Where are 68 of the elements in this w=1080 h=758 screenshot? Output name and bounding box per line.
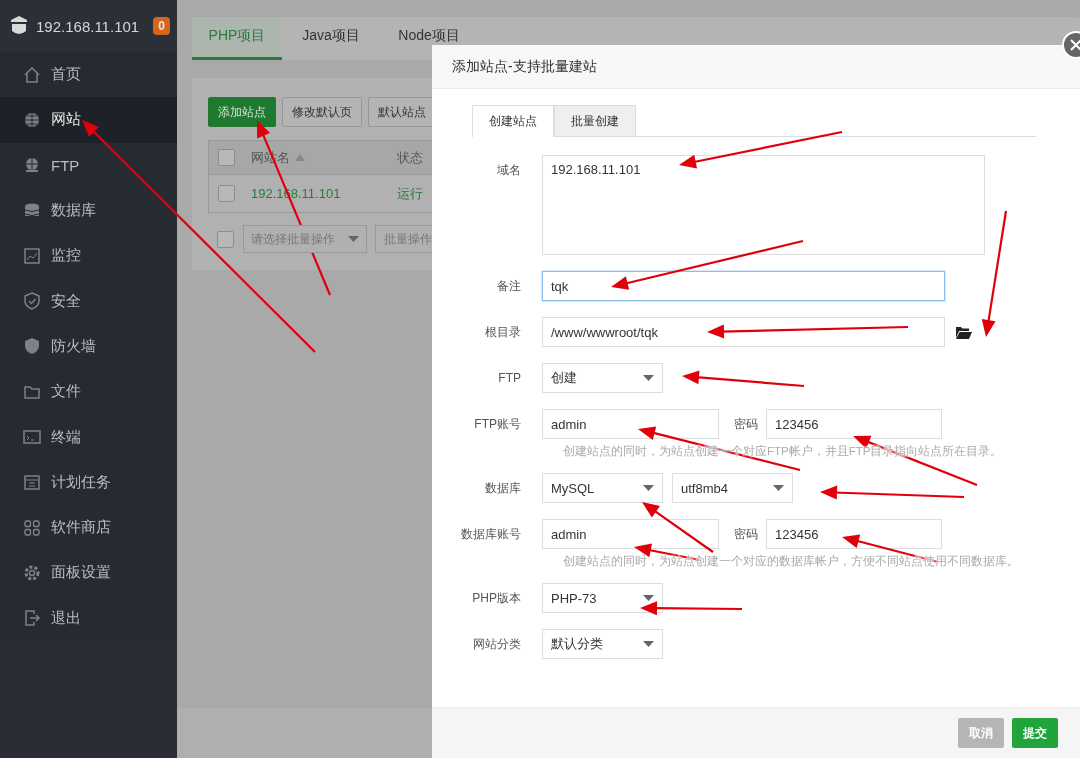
field-label: 密码 <box>734 526 758 543</box>
calendar-icon <box>23 473 41 492</box>
logout-icon <box>23 609 41 628</box>
caret-icon <box>643 485 654 491</box>
field-label: PHP版本 <box>471 590 522 607</box>
sidebar-item[interactable]: 终端 <box>0 414 177 460</box>
logo-icon <box>10 15 28 37</box>
column-header: 状态 <box>397 148 423 167</box>
globe-stand-icon <box>23 156 41 175</box>
sort-icon <box>295 154 305 161</box>
chart-icon <box>23 246 41 265</box>
checkbox[interactable] <box>218 185 235 202</box>
field-label: 域名 <box>496 162 522 179</box>
input-field[interactable]: tqk <box>542 271 945 301</box>
sidebar-item[interactable]: FTP <box>0 142 177 188</box>
shield-icon <box>23 337 41 356</box>
caret-icon <box>773 485 784 491</box>
input-field[interactable]: admin <box>542 519 719 549</box>
status-text: 运行 <box>397 184 423 203</box>
toolbar-button[interactable]: 修改默认页 <box>282 97 362 127</box>
project-tab[interactable]: Java项目 <box>282 17 380 60</box>
sidebar-item[interactable]: 首页 <box>0 52 177 98</box>
field-label: 根目录 <box>484 324 522 341</box>
folder-icon[interactable] <box>956 326 972 339</box>
checkbox[interactable] <box>217 230 234 248</box>
terminal-icon <box>23 428 41 446</box>
close-icon[interactable] <box>1062 31 1080 59</box>
sidebar-item[interactable]: 防火墙 <box>0 323 177 370</box>
select-field[interactable]: MySQL <box>542 473 663 503</box>
sidebar-item[interactable]: 软件商店 <box>0 504 177 551</box>
field-label: 数据库 <box>484 480 522 497</box>
path-field[interactable]: /www/wwwroot/tqk <box>542 317 945 347</box>
field-label: 网站分类 <box>472 636 522 653</box>
password-field[interactable]: 123456 <box>766 519 942 549</box>
sidebar-item[interactable]: 数据库 <box>0 187 177 234</box>
field-label: 数据库账号 <box>460 526 522 543</box>
field-label: FTP账号 <box>473 416 522 433</box>
field-label: 密码 <box>734 416 758 433</box>
sidebar-item[interactable]: 计划任务 <box>0 459 177 505</box>
server-host: 192.168.11.101 <box>36 17 140 35</box>
password-field[interactable]: 123456 <box>766 409 942 439</box>
sidebar-item[interactable]: 安全 <box>0 278 177 324</box>
dialog-tab[interactable]: 创建站点 <box>472 105 554 137</box>
caret-icon <box>348 236 359 242</box>
globe-icon <box>23 110 41 129</box>
apps-icon <box>23 518 41 537</box>
shield-check-icon <box>23 292 41 311</box>
input-field[interactable]: admin <box>542 409 719 439</box>
dialog-tab[interactable]: 批量创建 <box>554 105 636 136</box>
toolbar-button[interactable]: 添加站点 <box>208 97 276 127</box>
sidebar-item[interactable]: 面板设置 <box>0 550 177 596</box>
select-field[interactable]: 创建 <box>542 363 663 393</box>
sidebar-item[interactable]: 网站 <box>0 97 177 143</box>
caret-icon <box>643 641 654 647</box>
select-field[interactable]: 默认分类 <box>542 629 663 659</box>
dialog-title: 添加站点-支持批量建站 <box>452 57 597 76</box>
sidebar-item[interactable]: 退出 <box>0 595 177 641</box>
sidebar-item[interactable]: 监控 <box>0 233 177 279</box>
select-field[interactable]: PHP-73 <box>542 583 663 613</box>
home-icon <box>23 65 41 84</box>
settings-icon <box>23 563 41 582</box>
sidebar-item[interactable]: 文件 <box>0 369 177 415</box>
domain-textarea[interactable]: 192.168.11.101 <box>542 155 985 255</box>
caret-icon <box>643 375 654 381</box>
checkbox[interactable] <box>218 149 235 166</box>
field-label: 备注 <box>496 278 522 295</box>
field-label: FTP <box>497 370 522 387</box>
select-field[interactable]: utf8mb4 <box>672 473 793 503</box>
